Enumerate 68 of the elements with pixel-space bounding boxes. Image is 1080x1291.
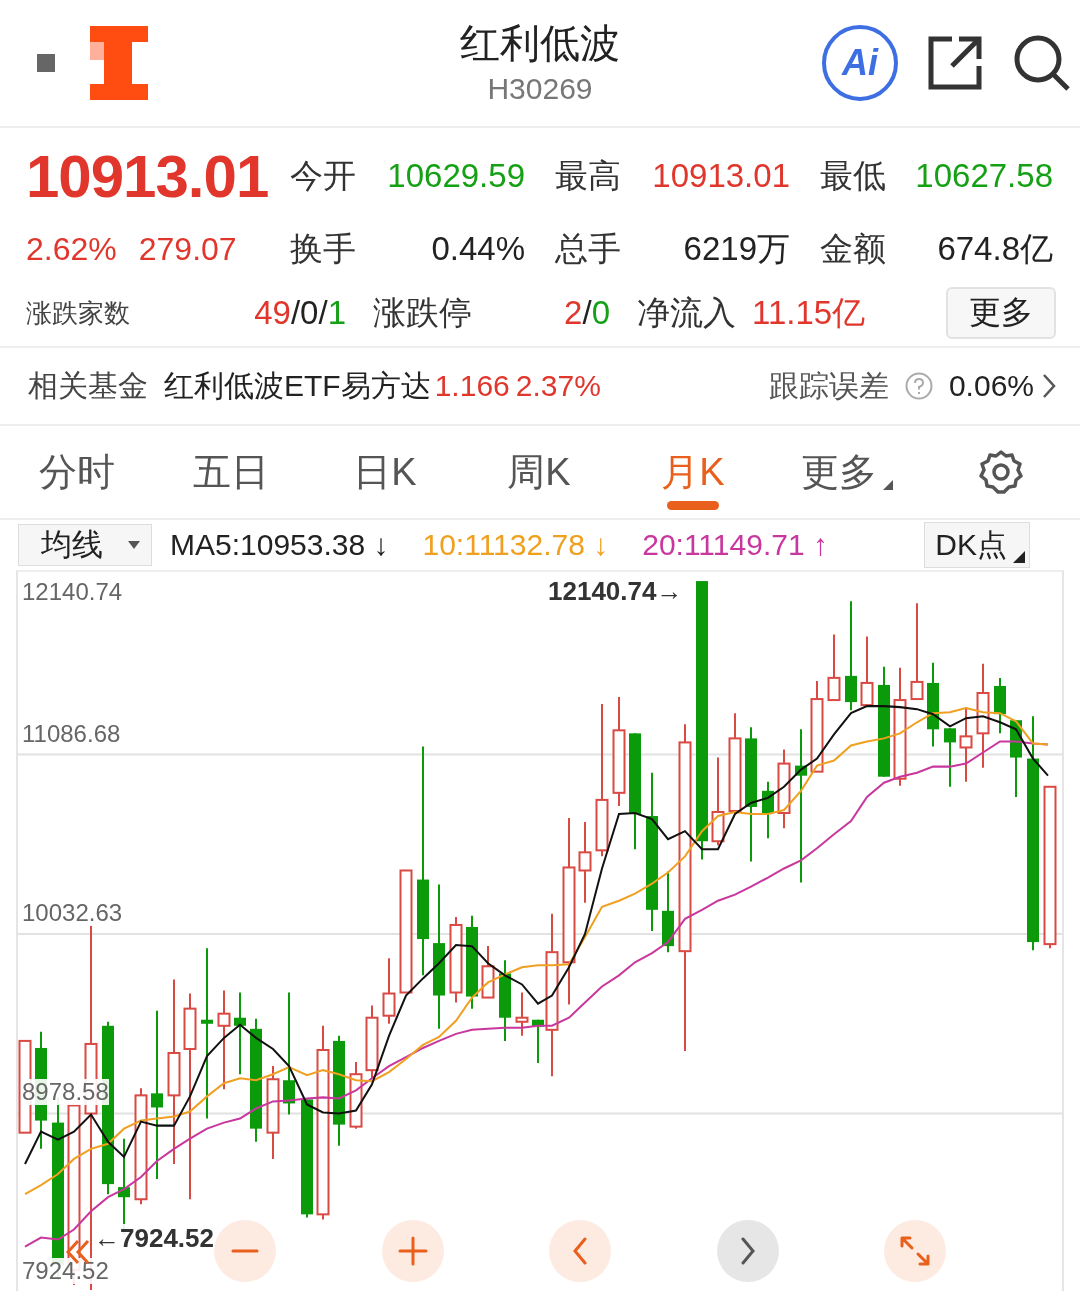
period-tab[interactable]: 五日 xyxy=(154,426,308,518)
stat-label: 涨跌停 xyxy=(372,292,473,333)
stat-value: 0 xyxy=(591,294,610,331)
candlestick xyxy=(762,781,774,839)
change-percent: 2.62% xyxy=(26,230,117,268)
more-button[interactable]: 更多 xyxy=(946,287,1056,339)
stat-value: 674.8亿 xyxy=(936,228,1053,269)
index-title: 红利低波 xyxy=(460,20,620,66)
stat-label: 今开 xyxy=(290,155,357,196)
minus-icon xyxy=(231,1249,259,1253)
corner-triangle-icon xyxy=(1013,551,1025,563)
share-icon[interactable] xyxy=(926,34,984,92)
period-tab[interactable]: 周K xyxy=(462,426,616,518)
chevron-right-icon[interactable] xyxy=(1042,373,1056,399)
dk-point-button[interactable]: DK点 xyxy=(924,522,1030,568)
candlestick xyxy=(944,728,956,787)
candlestick xyxy=(994,677,1006,734)
moving-average-value: MA5:10953.38 ↓ xyxy=(170,528,389,562)
axis-label: 7924.52 xyxy=(22,1258,109,1284)
stat-label: 金额 xyxy=(819,228,887,269)
ai-button[interactable]: Ai xyxy=(822,25,898,101)
candlestick xyxy=(382,958,396,1024)
stat-value: 0.44% xyxy=(430,230,525,268)
indicator-dropdown[interactable]: 均线 xyxy=(18,524,152,566)
stat-label: 涨跌家数 xyxy=(26,296,131,330)
stat-value: 11.15亿 xyxy=(752,292,866,333)
stat-label: 净流入 xyxy=(637,292,736,333)
current-price: 10913.01 xyxy=(26,141,270,211)
moving-average-value: 10:11132.78 ↓ xyxy=(422,528,609,562)
stat-label: 换手 xyxy=(290,228,357,269)
candlestick xyxy=(349,1062,363,1129)
chevron-left-icon xyxy=(573,1237,587,1265)
chevron-right-icon xyxy=(741,1237,755,1265)
candlestick xyxy=(481,946,495,999)
candlestick-chart[interactable]: 12140.74 11086.68 10032.63 8978.58 7924.52 12140.74→ ←7924.52 xyxy=(16,570,1064,1291)
tracking-error-label: 跟踪误差 xyxy=(768,367,889,404)
fund-change: 2.37% xyxy=(515,369,601,403)
stat-value: 10627.58 xyxy=(914,157,1053,195)
stat-label: 最高 xyxy=(554,155,622,196)
logo-icon xyxy=(90,26,148,100)
plus-icon xyxy=(398,1236,428,1266)
fund-label: 相关基金 xyxy=(28,367,148,404)
change-amount: 279.07 xyxy=(138,230,237,268)
stat-label: 总手 xyxy=(554,228,622,269)
stat-value: 49 xyxy=(254,294,291,331)
stat-value: 6219万 xyxy=(682,228,790,269)
stat-value: 2 xyxy=(564,294,583,331)
stat-value: /0/ xyxy=(290,294,328,331)
stat-label: 最低 xyxy=(819,155,887,196)
stat-value: 1 xyxy=(327,294,346,331)
period-tab[interactable]: 更多 xyxy=(770,426,924,518)
stat-value: 10629.59 xyxy=(386,157,525,195)
period-tab[interactable]: 分时 xyxy=(0,426,154,518)
index-code: H30269 xyxy=(487,72,593,106)
fund-name[interactable]: 红利低波ETF易方达 xyxy=(164,365,431,407)
moving-average-value: 20:11149.71 ↑ xyxy=(642,528,828,562)
expand-arrows-icon xyxy=(899,1235,931,1267)
tracking-error-value: 0.06% xyxy=(948,369,1034,403)
stat-value: / xyxy=(582,294,592,331)
dropdown-triangle-icon xyxy=(127,540,141,550)
axis-label: 8978.58 xyxy=(22,1079,109,1105)
candlestick xyxy=(860,636,874,707)
search-icon[interactable] xyxy=(1012,33,1072,93)
candlestick xyxy=(515,992,529,1036)
candlestick xyxy=(827,634,841,702)
stat-value: 10913.01 xyxy=(651,157,790,195)
period-tab[interactable]: 日K xyxy=(308,426,462,518)
fund-price: 1.166 xyxy=(434,369,510,403)
